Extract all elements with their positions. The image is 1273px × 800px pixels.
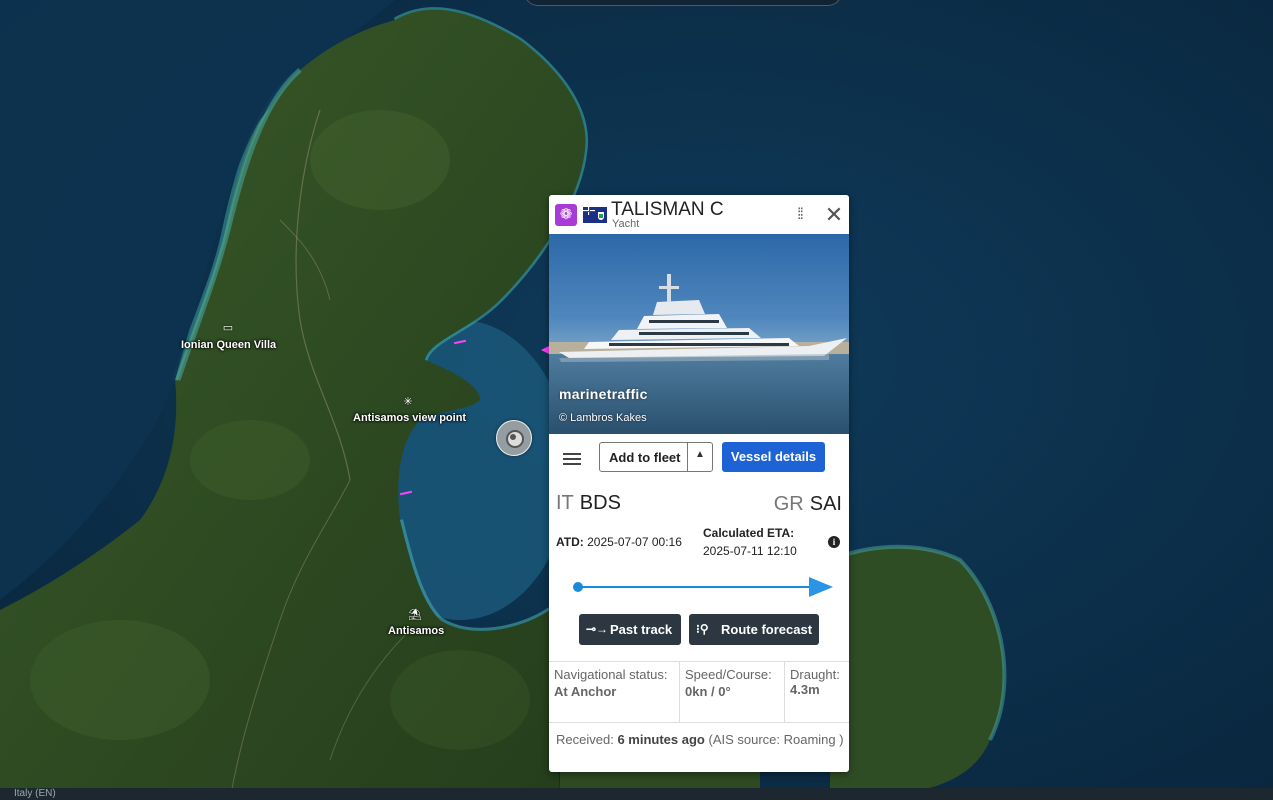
popup-header: ❁ TALISMAN C Yacht ⁞⁞ ✕ (549, 195, 849, 234)
beach-icon: ⛱ (408, 609, 422, 621)
yacht-image (559, 274, 847, 362)
vessel-name: TALISMAN C (611, 199, 724, 220)
photo-watermark: marinetraffic (559, 386, 648, 402)
departure-country: IT (556, 492, 574, 514)
departure-dot (573, 582, 583, 592)
cayman-islands-flag-icon (583, 207, 607, 223)
departure-port-code: BDS (579, 492, 621, 514)
map-footer: Italy (EN) (0, 788, 1273, 800)
vessel-position-arrow-icon (809, 577, 833, 597)
voyage-progress-line (578, 586, 822, 588)
vessel-marker-arrow[interactable] (541, 346, 549, 354)
eta-value: 2025-07-11 12:10 (703, 544, 797, 558)
add-to-fleet-label: Add to fleet (609, 450, 681, 465)
search-bar[interactable] (524, 0, 842, 6)
photo-credit: © Lambros Kakes (559, 412, 647, 424)
atd-value: 2025-07-07 00:16 (587, 535, 682, 549)
route-pin-icon: ⁝⚲ (696, 622, 709, 636)
stat-draught: Draught: 4.3m (790, 667, 840, 697)
received-info: Received: 6 minutes ago (AIS source: Roa… (556, 732, 844, 747)
received-age: 6 minutes ago (617, 732, 705, 747)
poi-antisamos[interactable]: Antisamos (388, 625, 444, 637)
drag-handle-icon[interactable]: ⁞⁞ (797, 207, 809, 223)
poi-antisamos-view-point[interactable]: Antisamos view point (353, 412, 466, 424)
selected-vessel-marker[interactable] (496, 420, 532, 456)
stat-speed-course: Speed/Course: 0kn / 0° (680, 662, 785, 722)
arrival-port[interactable]: GR SAI (774, 493, 842, 516)
vessel-popup: ❁ TALISMAN C Yacht ⁞⁞ ✕ marinetraffic © … (549, 195, 849, 772)
arrival-country: GR (773, 493, 804, 515)
arrival-port-code: SAI (809, 493, 842, 515)
vessel-photo[interactable]: marinetraffic © Lambros Kakes (549, 234, 849, 434)
voyage-progress (573, 577, 833, 597)
close-icon[interactable]: ✕ (824, 204, 844, 226)
hotel-icon: ▭ (222, 322, 234, 334)
yacht-type-icon: ❁ (555, 204, 577, 226)
route-forecast-button[interactable]: ⁝⚲ Route forecast (689, 614, 819, 645)
stat-navigational-status: Navigational status: At Anchor (549, 662, 680, 722)
eta-label: Calculated ETA: (703, 526, 795, 540)
vessel-type: Yacht (612, 218, 640, 230)
atd-label: ATD: (556, 535, 584, 549)
vessel-details-button[interactable]: Vessel details (722, 442, 825, 472)
hamburger-menu-icon[interactable] (563, 450, 585, 466)
past-track-button[interactable]: ⊸→ Past track (579, 614, 681, 645)
poi-ionian-queen-villa[interactable]: Ionian Queen Villa (181, 339, 276, 351)
departure-port[interactable]: IT BDS (556, 492, 621, 515)
info-icon[interactable]: i (828, 536, 840, 548)
track-icon: ⊸→ (586, 622, 609, 636)
add-to-fleet-button[interactable]: Add to fleet ▲ (599, 442, 713, 472)
caret-up-icon[interactable]: ▲ (695, 449, 705, 460)
ais-source: (AIS source: Roaming ) (708, 732, 844, 747)
vessel-stats: Navigational status: At Anchor Speed/Cou… (549, 661, 849, 723)
atd: ATD: 2025-07-07 00:16 (556, 535, 682, 549)
viewpoint-icon: ✳ (403, 396, 413, 408)
